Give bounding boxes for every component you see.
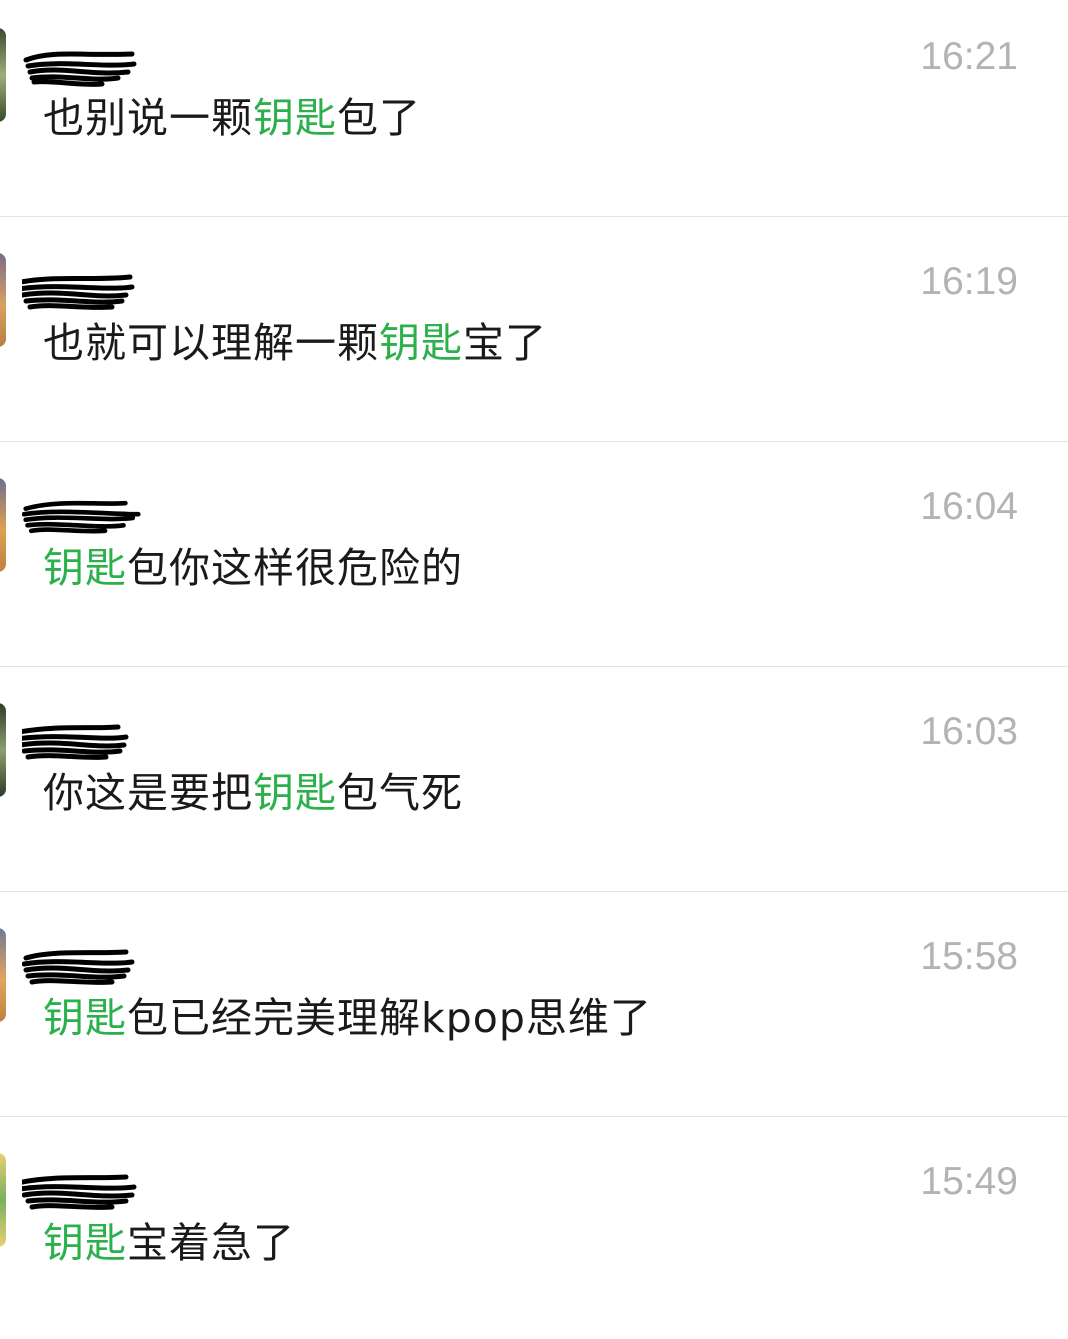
message-preview: 钥匙包你这样很危险的 bbox=[43, 544, 463, 592]
redacted-sender-name bbox=[22, 500, 141, 534]
timestamp: 16:03 bbox=[920, 710, 1018, 753]
list-item[interactable]: 钥匙包你这样很危险的 16:04 bbox=[0, 442, 1068, 667]
message-preview: 钥匙包已经完美理解kpop思维了 bbox=[43, 994, 652, 1042]
avatar[interactable] bbox=[0, 28, 6, 122]
message-preview: 也别说一颗钥匙包了 bbox=[43, 94, 421, 142]
avatar[interactable] bbox=[0, 928, 6, 1022]
redacted-sender-name bbox=[22, 274, 135, 310]
avatar[interactable] bbox=[0, 1153, 6, 1247]
list-item[interactable]: 也就可以理解一颗钥匙宝了 16:19 bbox=[0, 217, 1068, 442]
message-preview: 钥匙宝着急了 bbox=[43, 1219, 295, 1267]
list-item[interactable]: 也别说一颗钥匙包了 16:21 bbox=[0, 0, 1068, 217]
list-item[interactable]: 你这是要把钥匙包气死 16:03 bbox=[0, 667, 1068, 892]
keyword-highlight: 钥匙 bbox=[253, 769, 337, 817]
redacted-sender-name bbox=[22, 949, 135, 985]
list-item[interactable]: 钥匙包已经完美理解kpop思维了 15:58 bbox=[0, 892, 1068, 1117]
avatar[interactable] bbox=[0, 703, 6, 797]
keyword-highlight: 钥匙 bbox=[43, 1219, 127, 1267]
redacted-sender-name bbox=[22, 724, 129, 760]
redacted-sender-name bbox=[22, 1174, 137, 1210]
message-preview: 你这是要把钥匙包气死 bbox=[43, 769, 463, 817]
timestamp: 15:49 bbox=[920, 1160, 1018, 1203]
search-results-list: 也别说一颗钥匙包了 16:21 也就可以理解一颗钥匙宝了 16:19 钥匙包你这… bbox=[0, 0, 1068, 1339]
avatar[interactable] bbox=[0, 253, 6, 347]
keyword-highlight: 钥匙 bbox=[43, 544, 127, 592]
timestamp: 16:19 bbox=[920, 260, 1018, 303]
timestamp: 15:58 bbox=[920, 935, 1018, 978]
keyword-highlight: 钥匙 bbox=[379, 319, 463, 367]
avatar[interactable] bbox=[0, 478, 6, 572]
timestamp: 16:21 bbox=[920, 35, 1018, 78]
keyword-highlight: 钥匙 bbox=[43, 994, 127, 1042]
message-preview: 也就可以理解一颗钥匙宝了 bbox=[43, 319, 547, 367]
timestamp: 16:04 bbox=[920, 485, 1018, 528]
keyword-highlight: 钥匙 bbox=[253, 94, 337, 142]
redacted-sender-name bbox=[23, 51, 137, 87]
list-item[interactable]: 钥匙宝着急了 15:49 bbox=[0, 1117, 1068, 1339]
